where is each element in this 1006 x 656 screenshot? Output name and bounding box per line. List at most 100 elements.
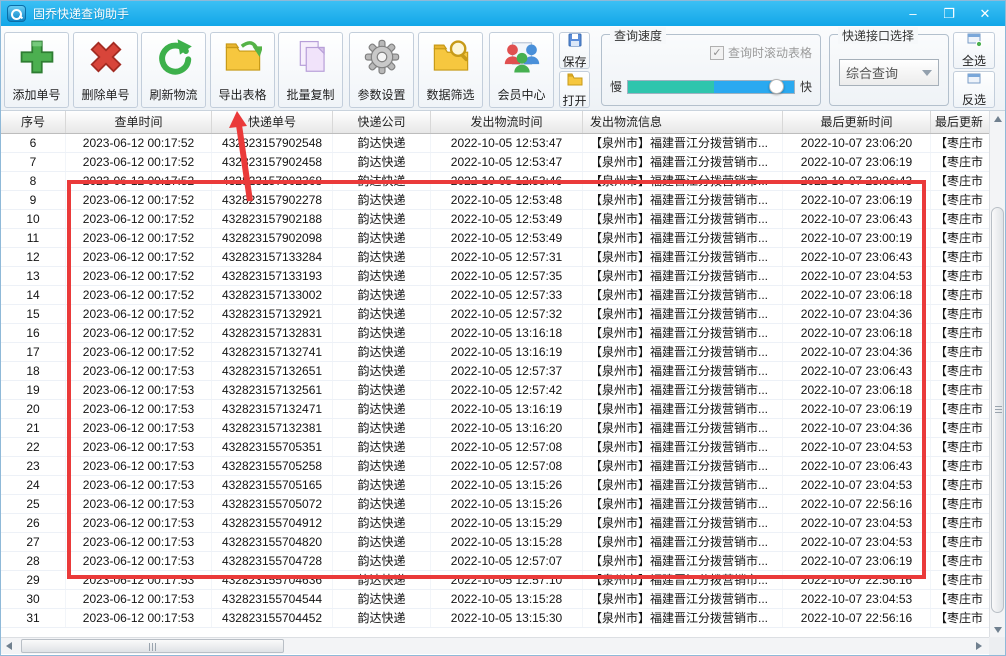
table-row[interactable]: 16 2023-06-12 00:17:52 432823157132831 韵达快递… — [1, 324, 991, 343]
scroll-left-icon[interactable] — [1, 638, 17, 654]
table-row[interactable]: 25 2023-06-12 00:17:53 432823155705072 韵达快递… — [1, 495, 991, 514]
cell-query_time: 2023-06-12 00:17:53 — [66, 552, 212, 570]
cell-seq: 17 — [1, 343, 66, 361]
cell-tracking_no: 432823155704544 — [212, 590, 333, 608]
table-row[interactable]: 9 2023-06-12 00:17:52 432823157902278 韵达快递 2… — [1, 191, 991, 210]
column-header-courier[interactable]: 快递公司 — [333, 111, 431, 133]
table-row[interactable]: 7 2023-06-12 00:17:52 432823157902458 韵达快递 2… — [1, 153, 991, 172]
export-table-button[interactable]: 导出表格 — [210, 32, 275, 108]
cell-query_time: 2023-06-12 00:17:53 — [66, 609, 212, 627]
speed-slider-thumb[interactable] — [769, 78, 785, 94]
table-row[interactable]: 19 2023-06-12 00:17:53 432823157132561 韵达快递… — [1, 381, 991, 400]
cell-tracking_no: 432823157902188 — [212, 210, 333, 228]
table-row[interactable]: 18 2023-06-12 00:17:53 432823157132651 韵达快递… — [1, 362, 991, 381]
select-all-button[interactable]: 全选 — [953, 32, 995, 69]
cell-query_time: 2023-06-12 00:17:52 — [66, 153, 212, 171]
table-row[interactable]: 17 2023-06-12 00:17:52 432823157132741 韵达快递… — [1, 343, 991, 362]
column-header-query_time[interactable]: 查单时间 — [66, 111, 212, 133]
filter-icon — [432, 38, 470, 81]
cell-tracking_no: 432823157132561 — [212, 381, 333, 399]
table-row[interactable]: 6 2023-06-12 00:17:52 432823157902548 韵达快递 2… — [1, 134, 991, 153]
cell-dispatch_time: 2022-10-05 13:16:19 — [431, 343, 583, 361]
cell-seq: 25 — [1, 495, 66, 513]
delete-orders-button[interactable]: 删除单号 — [73, 32, 138, 108]
scroll-table-checkbox[interactable]: ✓ — [709, 45, 724, 60]
interface-dropdown[interactable]: 综合查询 — [839, 59, 939, 86]
cell-query_time: 2023-06-12 00:17:53 — [66, 362, 212, 380]
cell-tracking_no: 432823157132651 — [212, 362, 333, 380]
table-row[interactable]: 24 2023-06-12 00:17:53 432823155705165 韵达快递… — [1, 476, 991, 495]
cell-tracking_no: 432823155704636 — [212, 571, 333, 589]
cell-tracking_no: 432823157133284 — [212, 248, 333, 266]
horizontal-scrollbar-thumb[interactable] — [21, 639, 284, 653]
table-row[interactable]: 15 2023-06-12 00:17:52 432823157132921 韵达快递… — [1, 305, 991, 324]
settings-button[interactable]: 参数设置 — [349, 32, 414, 108]
vertical-scrollbar-thumb[interactable] — [991, 207, 1004, 613]
cell-query_time: 2023-06-12 00:17:53 — [66, 438, 212, 456]
cell-dispatch_time: 2022-10-05 13:15:30 — [431, 609, 583, 627]
table-row[interactable]: 22 2023-06-12 00:17:53 432823155705351 韵达快递… — [1, 438, 991, 457]
column-header-dispatch_info[interactable]: 发出物流信息 — [583, 111, 783, 133]
toolbar: 添加单号 删除单号 刷新物流 导出表格 批量复制 参数设置 数据筛选 会员中心 … — [1, 26, 1005, 111]
column-header-update_info[interactable]: 最后更新 — [931, 111, 991, 133]
scroll-down-icon[interactable] — [990, 622, 1005, 638]
chevron-down-icon — [922, 69, 932, 76]
save-button[interactable]: 保存 — [559, 32, 590, 69]
table-row[interactable]: 10 2023-06-12 00:17:52 432823157902188 韵达快递… — [1, 210, 991, 229]
table-row[interactable]: 27 2023-06-12 00:17:53 432823155704820 韵达快递… — [1, 533, 991, 552]
minimize-button[interactable]: – — [899, 5, 927, 23]
table-row[interactable]: 30 2023-06-12 00:17:53 432823155704544 韵达快递… — [1, 590, 991, 609]
vertical-scrollbar[interactable] — [989, 111, 1005, 638]
close-button[interactable]: ✕ — [971, 5, 999, 23]
open-button[interactable]: 打开 — [559, 71, 590, 108]
cell-query_time: 2023-06-12 00:17:52 — [66, 191, 212, 209]
results-table: 序号 查单时间 快递单号 快递公司 发出物流时间 发出物流信息 最后更新时间 最后更新 6 20… — [1, 111, 991, 638]
column-header-seq[interactable]: 序号 — [1, 111, 66, 133]
speed-slider[interactable] — [627, 78, 795, 94]
table-row[interactable]: 23 2023-06-12 00:17:53 432823155705258 韵达快递… — [1, 457, 991, 476]
table-row[interactable]: 29 2023-06-12 00:17:53 432823155704636 韵达快递… — [1, 571, 991, 590]
maximize-button[interactable]: ❐ — [935, 5, 963, 23]
table-row[interactable]: 14 2023-06-12 00:17:52 432823157133002 韵达快递… — [1, 286, 991, 305]
cell-update_time: 2022-10-07 23:06:43 — [783, 248, 931, 266]
horizontal-scrollbar[interactable] — [1, 637, 991, 654]
refresh-logistics-button[interactable]: 刷新物流 — [141, 32, 206, 108]
table-row[interactable]: 11 2023-06-12 00:17:52 432823157902098 韵达快递… — [1, 229, 991, 248]
cell-courier: 韵达快递 — [333, 210, 431, 228]
table-row[interactable]: 21 2023-06-12 00:17:53 432823157132381 韵达快递… — [1, 419, 991, 438]
cell-dispatch_time: 2022-10-05 13:16:20 — [431, 419, 583, 437]
column-header-tracking_no[interactable]: 快递单号 — [212, 111, 333, 133]
cell-update_info: 【枣庄市 — [935, 516, 984, 530]
batch-copy-button[interactable]: 批量复制 — [278, 32, 343, 108]
cell-dispatch_time: 2022-10-05 12:57:35 — [431, 267, 583, 285]
scroll-right-icon[interactable] — [971, 638, 987, 654]
data-filter-button[interactable]: 数据筛选 — [418, 32, 483, 108]
invert-selection-button[interactable]: 反选 — [953, 71, 995, 108]
cell-courier: 韵达快递 — [333, 400, 431, 418]
table-row[interactable]: 28 2023-06-12 00:17:53 432823155704728 韵达快递… — [1, 552, 991, 571]
select-all-label: 全选 — [961, 53, 986, 68]
cell-update_info: 【枣庄市 — [935, 535, 984, 549]
column-header-update_time[interactable]: 最后更新时间 — [783, 111, 931, 133]
cell-dispatch_info: 【泉州市】福建晋江分拨营销市... — [583, 457, 783, 475]
cell-query_time: 2023-06-12 00:17:52 — [66, 229, 212, 247]
cell-update_time: 2022-10-07 23:06:20 — [783, 134, 931, 152]
add-orders-button[interactable]: 添加单号 — [4, 32, 69, 108]
table-row[interactable]: 8 2023-06-12 00:17:52 432823157902368 韵达快递 2… — [1, 172, 991, 191]
member-center-button[interactable]: 会员中心 — [489, 32, 554, 108]
table-row[interactable]: 20 2023-06-12 00:17:53 432823157132471 韵达快递… — [1, 400, 991, 419]
cell-courier: 韵达快递 — [333, 590, 431, 608]
table-row[interactable]: 26 2023-06-12 00:17:53 432823155704912 韵达快递… — [1, 514, 991, 533]
table-row[interactable]: 12 2023-06-12 00:17:52 432823157133284 韵达快递… — [1, 248, 991, 267]
table-row[interactable]: 13 2023-06-12 00:17:52 432823157133193 韵达快递… — [1, 267, 991, 286]
cell-update_info: 【枣庄市 — [935, 307, 984, 321]
table-header[interactable]: 序号 查单时间 快递单号 快递公司 发出物流时间 发出物流信息 最后更新时间 最后更新 — [1, 111, 991, 134]
cell-update_info: 【枣庄市 — [935, 174, 984, 188]
cell-dispatch_time: 2022-10-05 13:15:28 — [431, 533, 583, 551]
cell-dispatch_time: 2022-10-05 12:57:37 — [431, 362, 583, 380]
table-row[interactable]: 31 2023-06-12 00:17:53 432823155704452 韵达快递… — [1, 609, 991, 628]
column-header-dispatch_time[interactable]: 发出物流时间 — [431, 111, 583, 133]
scroll-up-icon[interactable] — [990, 111, 1005, 127]
cell-query_time: 2023-06-12 00:17:53 — [66, 476, 212, 494]
cell-courier: 韵达快递 — [333, 324, 431, 342]
